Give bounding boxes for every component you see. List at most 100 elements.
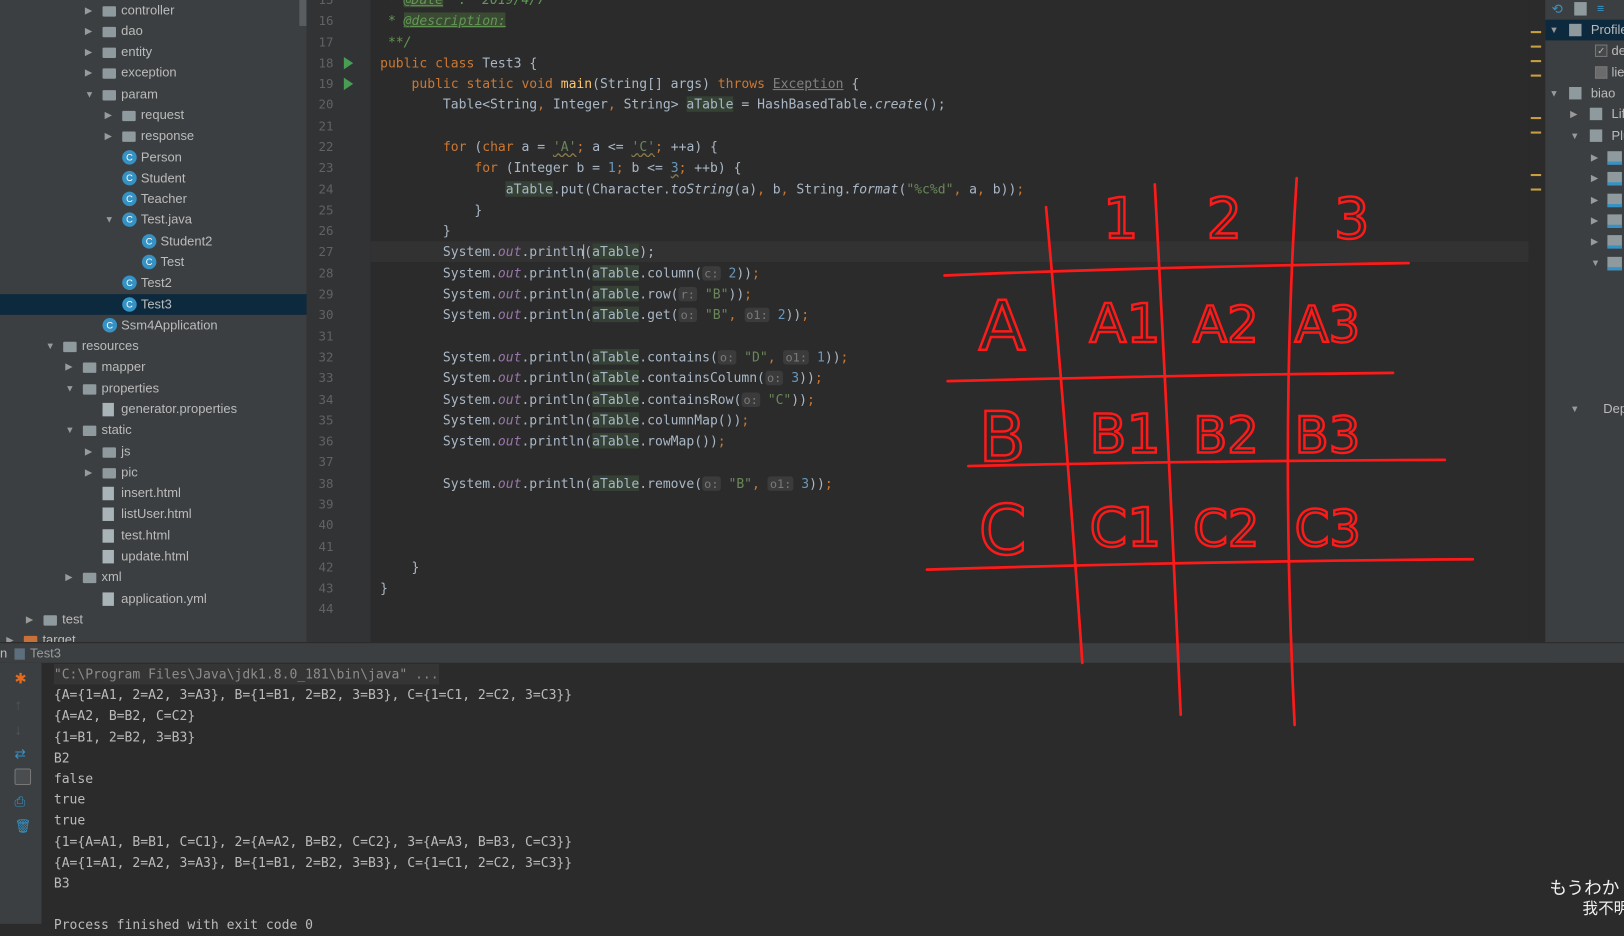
code-token: out — [497, 411, 522, 428]
chevron-right-icon[interactable]: ▶ — [105, 126, 112, 147]
chevron-right-icon[interactable]: ▶ — [1570, 104, 1577, 125]
java-class-icon: C — [122, 212, 137, 228]
chevron-right-icon[interactable]: ▶ — [85, 42, 92, 63]
chevron-down-icon[interactable]: ▼ — [85, 84, 94, 105]
warning-marker[interactable] — [1530, 131, 1542, 134]
tree-item[interactable]: ▼ param — [0, 84, 307, 105]
chevron-right-icon[interactable]: ▶ — [1591, 210, 1598, 231]
warning-marker[interactable] — [1530, 74, 1542, 77]
maven-item[interactable]: ▶ Lifecycle — [1545, 104, 1624, 125]
tree-item[interactable]: ▼ C Test.java — [0, 210, 307, 231]
maven-item[interactable]: ▼ Plugins — [1545, 125, 1624, 146]
chevron-down-icon[interactable]: ▼ — [1591, 252, 1600, 273]
chevron-down-icon[interactable]: ▼ — [46, 336, 55, 357]
tree-item[interactable]: ▶ js — [0, 441, 307, 462]
scroll-to-end-icon[interactable] — [14, 768, 32, 786]
tree-item[interactable]: update.html — [0, 546, 307, 567]
tree-item[interactable]: insert.html — [0, 483, 307, 504]
error-stripe[interactable] — [1528, 0, 1546, 643]
chevron-right-icon[interactable]: ▶ — [85, 441, 92, 462]
chevron-down-icon[interactable]: ▼ — [1549, 83, 1558, 104]
code-editor[interactable]: * @Date : 2019/4/7 * @description: **/ pu… — [370, 0, 1529, 643]
chevron-right-icon[interactable]: ▶ — [1591, 147, 1598, 168]
chevron-down-icon[interactable]: ▼ — [1570, 399, 1579, 420]
chevron-right-icon[interactable]: ▶ — [85, 462, 92, 483]
tree-item[interactable]: C Student2 — [0, 231, 307, 252]
tree-item[interactable]: ▶ target — [0, 630, 307, 643]
warning-marker[interactable] — [1530, 117, 1542, 120]
tree-item[interactable]: C Test2 — [0, 273, 307, 294]
tree-item[interactable]: ▶ controller — [0, 0, 307, 20]
code-token: out — [497, 264, 522, 281]
chevron-down-icon[interactable]: ▼ — [65, 378, 74, 399]
tree-item[interactable]: application.yml — [0, 588, 307, 609]
tree-item[interactable]: ▼ properties — [0, 378, 307, 399]
tree-item[interactable]: C Student — [0, 168, 307, 189]
tree-item[interactable]: ▶ dao — [0, 20, 307, 41]
maven-item[interactable]: lieti — [1545, 62, 1624, 83]
tree-item[interactable]: C Test — [0, 252, 307, 273]
tree-item[interactable]: test.html — [0, 525, 307, 546]
up-arrow-icon[interactable]: ↑ — [14, 696, 31, 713]
folder-icon — [102, 47, 116, 59]
chevron-right-icon[interactable]: ▶ — [65, 357, 72, 378]
print-icon[interactable]: ⎙ — [14, 793, 31, 810]
chevron-right-icon[interactable]: ▶ — [1591, 189, 1598, 210]
chevron-right-icon[interactable]: ▶ — [1591, 231, 1598, 252]
code-token: System. — [380, 411, 498, 428]
warning-marker[interactable] — [1530, 31, 1542, 34]
download-icon[interactable]: ≡ — [1597, 1, 1604, 15]
tree-item[interactable]: ▶ request — [0, 105, 307, 126]
profile-checkbox[interactable]: ✓ — [1594, 44, 1608, 58]
tree-item[interactable]: C Person — [0, 147, 307, 168]
chevron-right-icon[interactable]: ▶ — [65, 567, 72, 588]
warning-marker[interactable] — [1530, 188, 1542, 191]
tree-item[interactable]: C Ssm4Application — [0, 315, 307, 336]
rerun-icon[interactable]: ✱ — [14, 671, 31, 688]
tree-item[interactable]: ▼ resources — [0, 336, 307, 357]
tree-item[interactable]: ▶ response — [0, 126, 307, 147]
tree-item[interactable]: ▶ xml — [0, 567, 307, 588]
chevron-down-icon[interactable]: ▼ — [105, 210, 114, 231]
folder-icon — [102, 26, 116, 38]
tree-item[interactable]: ▼ static — [0, 420, 307, 441]
reload-icon[interactable]: ⟲ — [1551, 1, 1562, 18]
tree-item[interactable]: listUser.html — [0, 504, 307, 525]
chevron-right-icon[interactable]: ▶ — [85, 0, 92, 20]
chevron-right-icon[interactable]: ▶ — [26, 609, 33, 630]
plugin-icon — [1607, 235, 1622, 249]
trash-icon[interactable]: 🗑 — [14, 818, 31, 835]
tree-item[interactable]: ▶ pic — [0, 462, 307, 483]
chevron-down-icon[interactable]: ▼ — [1549, 20, 1558, 41]
warning-marker[interactable] — [1530, 45, 1542, 48]
down-arrow-icon[interactable]: ↓ — [14, 721, 31, 738]
warning-marker[interactable] — [1530, 174, 1542, 177]
run-console[interactable]: ✱ ↑ ↓ ⇄ ⎙ 🗑 "C:\Program Files\Java\jdk1.… — [0, 662, 1624, 933]
warning-marker[interactable] — [1530, 60, 1542, 63]
run-tool-window-tab[interactable]: n Test3 — [0, 642, 1624, 663]
generate-sources-icon[interactable] — [1574, 2, 1587, 16]
run-gutter-icon[interactable] — [343, 77, 354, 91]
maven-item[interactable]: ✓dev — [1545, 41, 1624, 62]
tree-item[interactable]: ▶ exception — [0, 63, 307, 84]
chevron-down-icon[interactable]: ▼ — [65, 420, 74, 441]
maven-item[interactable]: ▼ Profiles — [1545, 19, 1624, 41]
chevron-right-icon[interactable]: ▶ — [6, 630, 13, 642]
chevron-down-icon[interactable]: ▼ — [1570, 125, 1579, 146]
chevron-right-icon[interactable]: ▶ — [85, 20, 92, 41]
profile-checkbox[interactable] — [1594, 65, 1608, 79]
run-gutter-icon[interactable] — [343, 56, 354, 70]
tree-item[interactable]: C Teacher — [0, 189, 307, 210]
tree-item[interactable]: ▶ test — [0, 609, 307, 630]
run-tab-title[interactable]: Test3 — [30, 643, 61, 664]
tree-item[interactable]: ▶ entity — [0, 42, 307, 63]
tree-item[interactable]: C Test3 — [0, 293, 307, 315]
tree-item[interactable]: generator.properties — [0, 399, 307, 420]
soft-wrap-icon[interactable]: ⇄ — [14, 746, 31, 763]
tree-item[interactable]: ▶ mapper — [0, 357, 307, 378]
chevron-right-icon[interactable]: ▶ — [85, 63, 92, 84]
chevron-right-icon[interactable]: ▶ — [1591, 168, 1598, 189]
chevron-right-icon[interactable]: ▶ — [105, 105, 112, 126]
maven-item[interactable]: ▼ biao — [1545, 83, 1624, 104]
folder-icon — [122, 131, 136, 143]
